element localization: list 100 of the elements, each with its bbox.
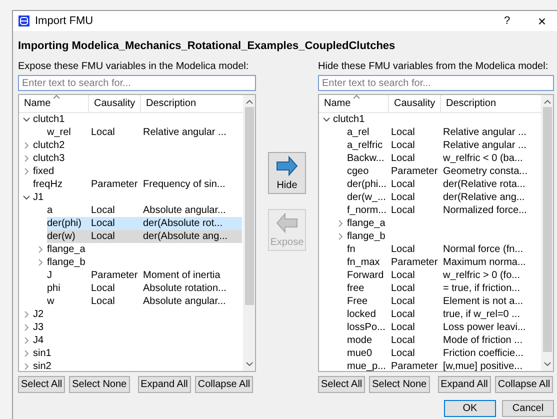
help-button[interactable]: ? [487, 15, 527, 27]
tree-row[interactable]: phi Local Absolute rotation... [19, 282, 242, 295]
tree-row[interactable]: lossPo... Local Loss power leavi... [319, 321, 540, 334]
causality-text: Parameter [391, 360, 438, 371]
tree-button[interactable]: Expand All [438, 376, 491, 393]
tree-row[interactable]: Forward Local w_relfric > 0 (fo... [319, 269, 540, 282]
variable-name: Backw... [347, 152, 386, 165]
causality-text: Local [91, 217, 115, 230]
tree-row[interactable]: der(w_... Local der(Relative ang... [319, 191, 540, 204]
tree-row[interactable]: free Local = true, if friction... [319, 282, 540, 295]
description-text: Frequency of sin... [143, 178, 226, 191]
collapse-icon[interactable] [23, 194, 30, 201]
tree-row[interactable]: sin1 [19, 347, 242, 360]
tree-row[interactable]: J1 [19, 191, 242, 204]
expand-icon[interactable] [23, 142, 30, 149]
tree-row[interactable]: locked Local true, if w_rel=0 ... [319, 308, 540, 321]
expand-icon[interactable] [23, 337, 30, 344]
description-text: Absolute rotation... [143, 282, 226, 295]
collapse-icon[interactable] [23, 116, 30, 123]
tree-row[interactable]: freqHz Parameter Frequency of sin... [19, 178, 242, 191]
column-header[interactable]: Description [441, 95, 541, 112]
tree-row[interactable]: clutch3 [19, 152, 242, 165]
tree-row[interactable]: fn_max Parameter Maximum norma... [319, 256, 540, 269]
causality-text: Local [391, 269, 415, 282]
search-field[interactable]: Enter text to search for... [18, 75, 256, 91]
expand-icon[interactable] [337, 220, 344, 227]
causality-text: Parameter [91, 178, 138, 191]
expand-icon[interactable] [23, 350, 30, 357]
dialog-button[interactable]: OK [444, 400, 496, 417]
tree-row[interactable]: flange_b [19, 256, 242, 269]
causality-text: Local [391, 347, 415, 360]
tree-row[interactable]: a Local Absolute angular... [19, 204, 242, 217]
tree-row[interactable]: clutch2 [19, 139, 242, 152]
tree-row[interactable]: der(w) Local der(Absolute ang... [19, 230, 242, 243]
tree-button[interactable]: Select None [69, 376, 130, 393]
dialog-button[interactable]: Cancel [502, 400, 554, 417]
column-header[interactable]: Name [19, 95, 89, 112]
scrollbar-thumb[interactable] [542, 107, 552, 352]
expand-icon[interactable] [23, 155, 30, 162]
expand-icon[interactable] [23, 168, 30, 175]
tree-row[interactable]: der(phi) Local der(Absolute rot... [19, 217, 242, 230]
expand-icon[interactable] [23, 311, 30, 318]
tree-button[interactable]: Collapse All [194, 376, 254, 393]
column-header[interactable]: Name [319, 95, 389, 112]
tree-row[interactable]: clutch1 [319, 113, 540, 126]
variable-name: mue_p... [347, 360, 387, 371]
expand-icon[interactable] [337, 233, 344, 240]
column-header[interactable]: Causality [389, 95, 441, 112]
column-header[interactable]: Description [141, 95, 243, 112]
tree-row[interactable]: J2 [19, 308, 242, 321]
tree-button[interactable]: Expand All [138, 376, 191, 393]
expand-icon[interactable] [37, 246, 44, 253]
tree-row[interactable]: J4 [19, 334, 242, 347]
tree-row[interactable]: der(phi... Local der(Relative rota... [319, 178, 540, 191]
expand-icon[interactable] [37, 259, 44, 266]
tree-row[interactable]: fn Local Normal force (fn... [319, 243, 540, 256]
scroll-up-icon [246, 100, 252, 104]
tree-row[interactable]: J Parameter Moment of inertia [19, 269, 242, 282]
tree-row[interactable]: a_rel Local Relative angular ... [319, 126, 540, 139]
search-field[interactable]: Enter text to search for... [318, 75, 554, 91]
tree-row[interactable]: w_rel Local Relative angular ... [19, 126, 242, 139]
tree-button[interactable]: Select All [318, 376, 366, 393]
tree-button[interactable]: Collapse All [494, 376, 554, 393]
causality-text: Local [391, 321, 415, 334]
collapse-icon[interactable] [323, 116, 330, 123]
column-header[interactable]: Causality [89, 95, 141, 112]
variable-name: mue0 [347, 347, 374, 360]
tree-row[interactable]: flange_a [19, 243, 242, 256]
hide-button[interactable]: Hide [268, 152, 306, 194]
tree-row[interactable]: mue_p... Parameter [w,mue] positive... [319, 360, 540, 371]
expand-icon[interactable] [23, 324, 30, 331]
variable-name: freqHz [33, 178, 64, 191]
expand-icon[interactable] [23, 363, 30, 370]
tree-button[interactable]: Select None [369, 376, 430, 393]
tree-button[interactable]: Select All [18, 376, 66, 393]
description-text: Moment of inertia [143, 269, 220, 282]
scrollbar-thumb[interactable] [244, 107, 254, 305]
tree-row[interactable]: Backw... Local w_relfric < 0 (ba... [319, 152, 540, 165]
tree-row[interactable]: sin2 [19, 360, 242, 371]
tree-row[interactable]: mode Local Mode of friction ... [319, 334, 540, 347]
tree-row[interactable]: flange_a [319, 217, 540, 230]
variable-name: der(w_... [347, 191, 387, 204]
tree-row[interactable]: f_norm... Local Normalized force... [319, 204, 540, 217]
variable-name: a [47, 204, 54, 217]
tree-row[interactable]: w Local Absolute angular... [19, 295, 242, 308]
tree-row[interactable]: clutch1 [19, 113, 242, 126]
scrollbar[interactable] [243, 95, 255, 371]
tree-row[interactable]: fixed [19, 165, 242, 178]
scrollbar[interactable] [541, 95, 553, 371]
tree-row[interactable]: Free Local Element is not a... [319, 295, 540, 308]
tree-row[interactable]: flange_b [319, 230, 540, 243]
description-text: der(Relative ang... [443, 191, 525, 204]
variable-name: J2 [33, 308, 45, 321]
tree-row[interactable]: J3 [19, 321, 242, 334]
tree-row[interactable]: cgeo Parameter Geometry consta... [319, 165, 540, 178]
description-text: Relative angular ... [443, 139, 526, 152]
tree-row[interactable]: a_relfric Local Relative angular ... [319, 139, 540, 152]
description-text: Geometry consta... [443, 165, 528, 178]
tree-row[interactable]: mue0 Local Friction coefficie... [319, 347, 540, 360]
close-button[interactable]: × [527, 13, 557, 29]
